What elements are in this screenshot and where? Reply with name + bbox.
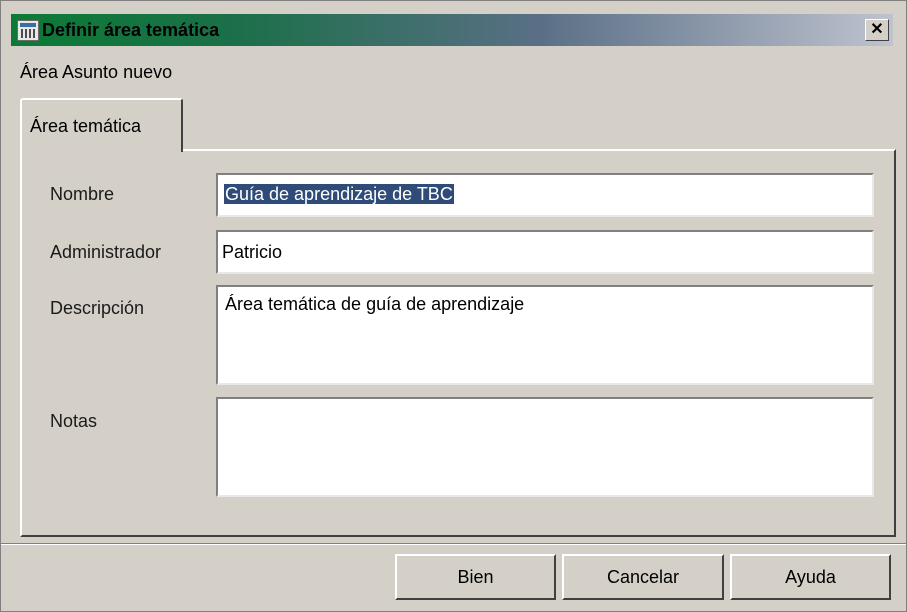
title-bar[interactable]: Definir área temática ✕ — [11, 14, 893, 46]
descripcion-label: Descripción — [50, 298, 145, 318]
nombre-field[interactable]: Guía de aprendizaje de TBC — [216, 173, 874, 217]
help-button[interactable]: Ayuda — [730, 554, 891, 600]
descripcion-textarea[interactable]: Área temática de guía de aprendizaje — [216, 285, 874, 385]
dialog-window: Definir área temática ✕ Área Asunto nuev… — [0, 0, 907, 612]
nombre-label: Nombre — [50, 184, 115, 204]
administrador-label: Administrador — [50, 242, 162, 262]
cancel-button[interactable]: Cancelar — [562, 554, 724, 600]
descripcion-value: Área temática de guía de aprendizaje — [225, 294, 525, 314]
administrador-field[interactable]: Patricio — [216, 230, 874, 274]
window-title: Definir área temática — [42, 20, 220, 40]
notas-label: Notas — [50, 411, 98, 431]
ok-button[interactable]: Bien — [395, 554, 556, 600]
table-icon — [17, 20, 39, 41]
close-icon: ✕ — [870, 21, 884, 38]
close-button[interactable]: ✕ — [865, 19, 889, 41]
button-separator — [1, 543, 906, 545]
administrador-value: Patricio — [222, 242, 283, 262]
dialog-subtitle: Área Asunto nuevo — [20, 62, 173, 82]
notas-textarea[interactable] — [216, 397, 874, 497]
tab-area-tematica[interactable]: Área temática — [20, 98, 183, 152]
tab-label: Área temática — [30, 116, 142, 136]
nombre-value: Guía de aprendizaje de TBC — [224, 184, 454, 204]
